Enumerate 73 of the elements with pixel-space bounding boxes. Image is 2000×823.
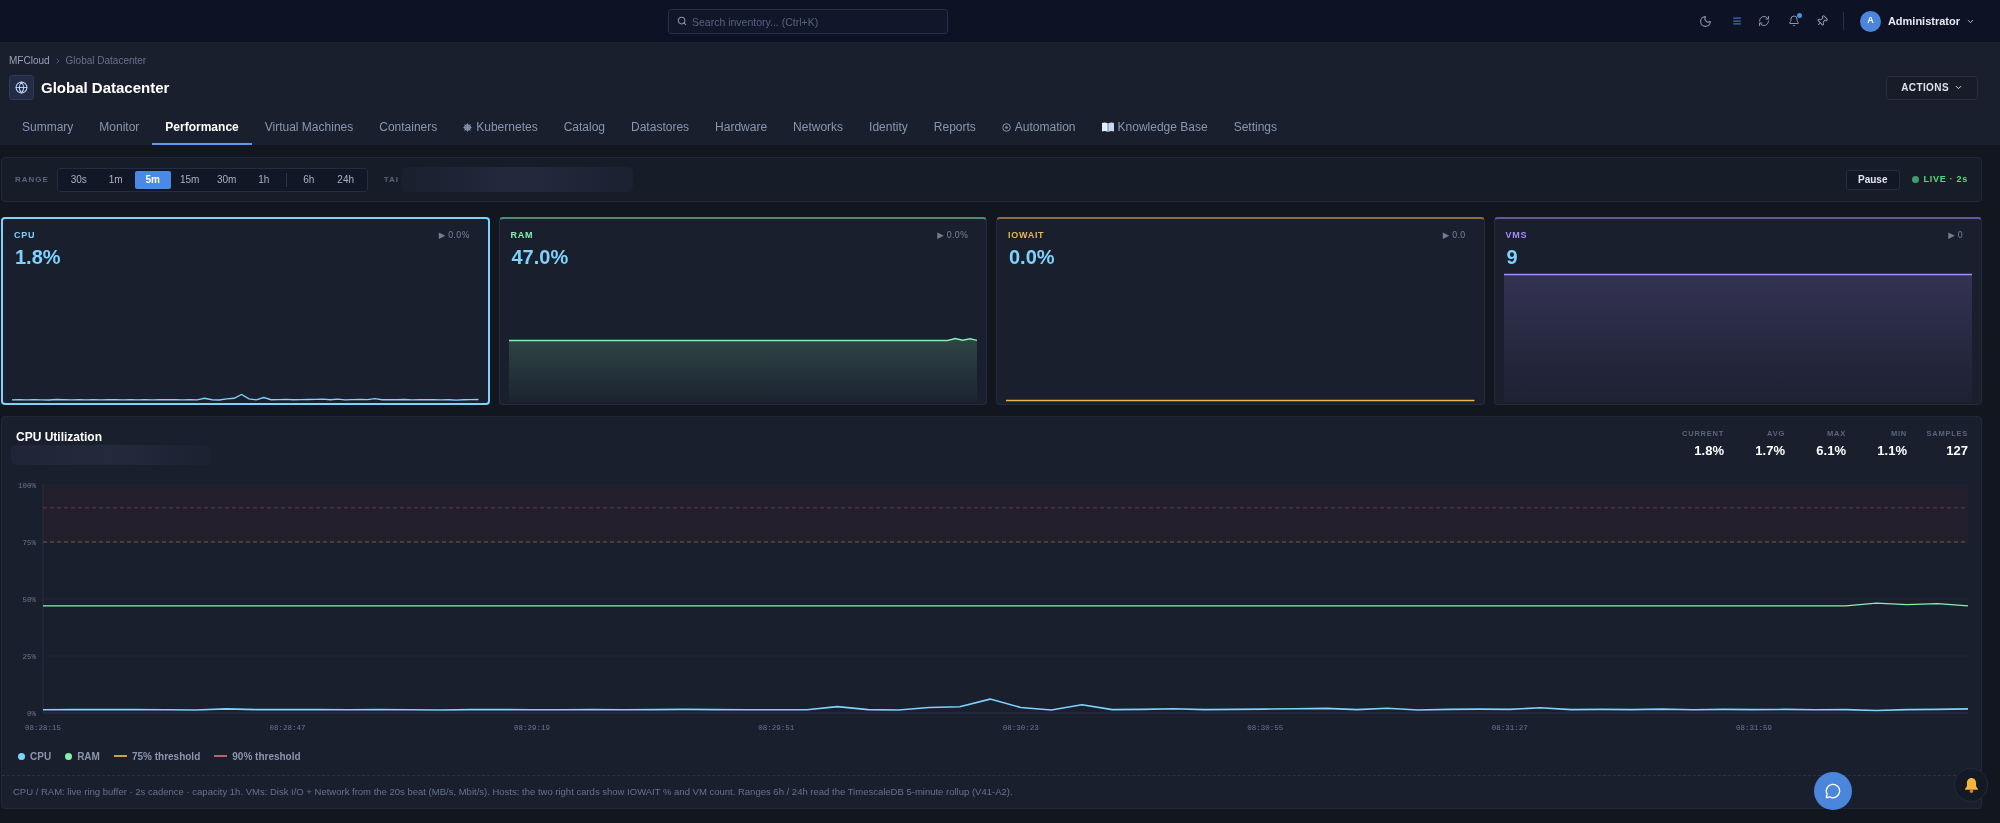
metric-card[interactable]: RAM ▶ 0.0% 47.0% <box>498 217 987 405</box>
stat-value: 6.1% <box>1816 444 1846 458</box>
range-option[interactable]: 1m <box>97 170 134 189</box>
pause-button[interactable]: Pause <box>1846 169 1900 190</box>
range-option[interactable]: 5m <box>134 170 171 189</box>
page-title: Global Datacenter <box>41 80 170 95</box>
legend-label: 75% threshold <box>131 749 201 764</box>
tab[interactable]: Datastores <box>618 111 703 145</box>
tab[interactable]: Summary <box>9 111 87 145</box>
metric-value: 0.0% <box>1008 247 1056 267</box>
metric-label: VMS <box>1505 230 1528 241</box>
tab[interactable]: Hardware <box>702 111 781 145</box>
refresh-icon[interactable] <box>1757 15 1770 27</box>
stat-value: 127 <box>1946 444 1968 458</box>
search-field[interactable]: Search inventory... (Ctrl+K) <box>668 9 948 34</box>
tab[interactable]: Identity <box>856 111 921 145</box>
metric-value: 1.8% <box>14 247 62 267</box>
legend-label: RAM <box>77 749 100 764</box>
chat-bubble-icon <box>1825 783 1841 799</box>
tab[interactable]: Virtual Machines <box>251 111 367 145</box>
legend-label: 90% threshold <box>232 749 301 764</box>
metric-card[interactable]: CPU ▶ 0.0% 1.8% <box>1 217 490 405</box>
tab[interactable]: Networks <box>780 111 857 145</box>
chevron-down-icon <box>1954 83 1963 92</box>
tab[interactable]: Performance <box>152 111 252 145</box>
open-book-icon <box>1101 122 1114 132</box>
range-option[interactable]: 15m <box>171 170 208 189</box>
range-label: RANGE <box>15 173 49 186</box>
moon-icon[interactable] <box>1698 14 1712 28</box>
metric-card[interactable]: VMS ▶ 0 9 <box>1493 217 1982 405</box>
range-option[interactable]: 30s <box>60 170 97 189</box>
chart-title: CPU Utilization <box>15 429 103 445</box>
stat-value: 1.1% <box>1877 444 1907 458</box>
breadcrumb-item: Global Datacenter <box>65 56 147 66</box>
tab[interactable]: Monitor <box>86 111 153 145</box>
breadcrumb-item[interactable]: MFCloud <box>9 56 50 66</box>
bell-icon[interactable] <box>1787 15 1800 27</box>
legend-label: CPU <box>30 749 52 764</box>
tab[interactable]: Automation <box>988 111 1089 145</box>
range-option[interactable]: 24h <box>327 170 364 189</box>
metric-delta: ▶ 0.0 <box>1442 230 1466 241</box>
bell-icon <box>1964 777 1978 793</box>
metric-label: IOWAIT <box>1008 230 1045 241</box>
range-option[interactable]: 1h <box>245 170 282 189</box>
wheel-icon <box>463 122 473 132</box>
circle-dot-icon <box>1001 122 1011 132</box>
metric-value: 9 <box>1505 247 1519 267</box>
tab[interactable]: Settings <box>1220 111 1290 145</box>
filter-label: TAI <box>383 173 399 186</box>
metric-delta: ▶ 0.0% <box>438 230 470 241</box>
metric-label: RAM <box>510 230 534 241</box>
stat-value: 1.7% <box>1755 444 1785 458</box>
tab[interactable]: Containers <box>366 111 451 145</box>
metric-delta: ▶ 0.0% <box>937 230 968 241</box>
tab[interactable]: Kubernetes <box>450 111 551 145</box>
metric-delta: ▶ 0 <box>1948 230 1963 241</box>
live-status: LIVE · 2s <box>1923 172 1968 186</box>
tab[interactable]: Catalog <box>550 111 619 145</box>
user-avatar[interactable]: A <box>1859 10 1881 32</box>
tab[interactable]: Reports <box>920 111 989 145</box>
metric-card[interactable]: IOWAIT ▶ 0.0 0.0% <box>996 217 1485 405</box>
footnote: CPU / RAM: live ring buffer · 2s cadence · capacity 1h. VMs: Disk I/O + Network from the 20s beat (MB/s, Mbit/s). Hosts: the two right cards show IOWAIT % and VM count. Ranges 6h / 24h read the TimescaleDB 5-minute rollup (V41-A2). <box>13 784 1013 799</box>
tab[interactable]: Knowledge Base <box>1088 111 1221 145</box>
range-option[interactable]: 6h <box>290 170 327 189</box>
search-icon <box>677 16 687 26</box>
actions-button[interactable]: ACTIONS <box>1886 75 1978 100</box>
metric-value: 47.0% <box>510 247 570 267</box>
metric-label: CPU <box>14 230 36 241</box>
list-icon[interactable] <box>1731 16 1742 26</box>
user-name[interactable]: Administrator <box>1887 12 1960 30</box>
globe-icon <box>9 75 34 100</box>
range-option[interactable]: 30m <box>208 170 245 189</box>
stat-value: 1.8% <box>1694 444 1724 458</box>
